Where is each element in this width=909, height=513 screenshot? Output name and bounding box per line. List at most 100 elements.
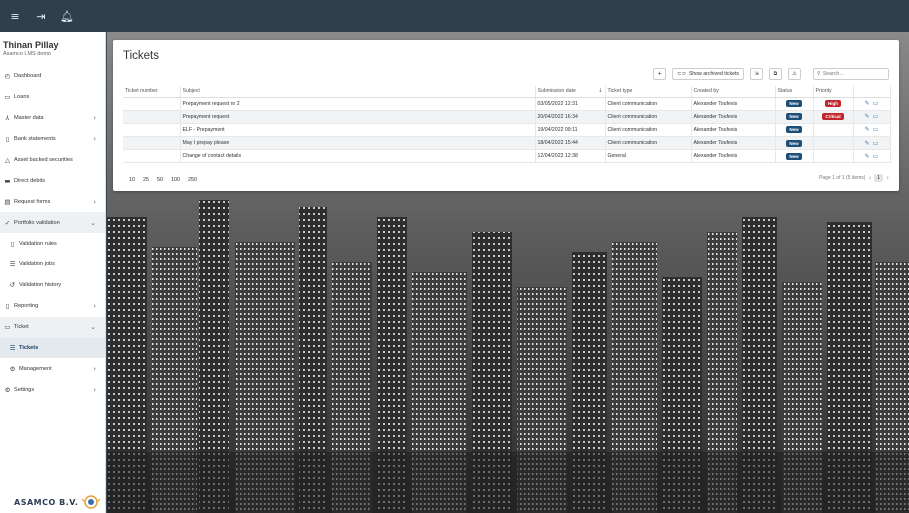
menu-icon[interactable]: ≡	[8, 10, 22, 23]
open-icon[interactable]: ▭	[873, 126, 879, 133]
column-header-status[interactable]: Status	[775, 86, 814, 98]
cell-date: 20/04/2022 16:34	[535, 110, 606, 124]
sidebar-item-request-forms[interactable]: ▤ Request forms ›	[0, 191, 105, 212]
sidebar-item-tickets[interactable]: ☰ Tickets	[0, 337, 105, 359]
chevron-right-icon: ›	[93, 197, 96, 206]
chevron-right-icon: ›	[93, 302, 96, 311]
sidebar-item-label: Validation rules	[19, 240, 57, 247]
cell-priority: Critical	[813, 110, 854, 124]
page-size-option[interactable]: 100	[171, 177, 180, 183]
current-page-button[interactable]: 1	[874, 174, 884, 182]
show-archived-toggle[interactable]: ⊂⊃ Show archived tickets	[672, 68, 744, 80]
cell-type: Client communication	[605, 110, 692, 124]
bell-icon[interactable]: 🔔︎	[60, 10, 74, 23]
cell-actions: ✎ ▭	[853, 97, 891, 111]
add-ticket-button[interactable]: +	[653, 68, 667, 80]
chevron-left-icon[interactable]: ‹	[868, 174, 871, 182]
edit-icon[interactable]: ✎	[865, 100, 870, 107]
chevron-right-icon: ›	[93, 364, 96, 373]
warning-icon[interactable]: ⚠	[788, 68, 801, 80]
cell-type: Client communication	[605, 136, 692, 151]
open-icon[interactable]: ▭	[873, 100, 879, 107]
page-size-option[interactable]: 50	[157, 177, 163, 183]
table-row[interactable]: Change of contact details 12/04/2022 12:…	[123, 149, 891, 164]
cell-priority: High	[813, 97, 854, 111]
open-icon[interactable]: ▭	[873, 140, 879, 147]
sidebar-item-label: Portfolio validation	[14, 219, 60, 226]
grid-toolbar: + ⊂⊃ Show archived tickets ⇲ ⧉ ⚠ ⚲	[653, 68, 889, 80]
brand-logo-icon	[81, 495, 101, 509]
cell-ticket-number	[123, 110, 181, 124]
column-header-subject[interactable]: Subject	[180, 86, 536, 98]
table-row[interactable]: Prepayment request 20/04/2022 16:34 Clie…	[123, 110, 891, 124]
sidebar-item-dashboard[interactable]: ◴ Dashboard	[0, 66, 105, 87]
hierarchy-icon: ⅄	[5, 114, 10, 123]
sidebar-item-portfolio-validation[interactable]: ✓ Portfolio validation ⌄	[0, 212, 105, 234]
column-header-submission-date[interactable]: Submission date ↓	[535, 86, 606, 98]
sidebar-item-ticket[interactable]: ▭ Ticket ⌄	[0, 316, 105, 338]
cell-date: 19/04/2022 09:11	[535, 123, 606, 138]
tickets-table: Ticket number Subject Submission date ↓ T…	[123, 86, 891, 164]
sidebar-item-label: Validation jobs	[19, 261, 55, 268]
cell-created-by: Alexander Toufexis	[691, 136, 776, 151]
export-icon[interactable]: ⇲	[750, 68, 763, 80]
status-badge: New	[786, 126, 802, 134]
cell-actions: ✎ ▭	[853, 123, 891, 138]
sidebar-item-loans[interactable]: ▭ Loans	[0, 87, 105, 108]
sidebar-item-management[interactable]: ⚙ Management ›	[0, 358, 105, 379]
cell-subject: Prepayment request nr 2	[180, 97, 536, 111]
edit-icon[interactable]: ✎	[865, 113, 870, 120]
sidebar-item-label: Dashboard	[14, 73, 42, 80]
dashboard-icon: ◴	[4, 72, 11, 81]
page-size-option[interactable]: 25	[143, 177, 149, 183]
check-icon: ✓	[4, 218, 11, 227]
edit-icon[interactable]: ✎	[865, 153, 870, 160]
column-header-created-by[interactable]: Created by	[691, 86, 776, 98]
sidebar-item-validation-rules[interactable]: ▯ Validation rules	[0, 233, 105, 254]
sidebar-item-validation-history[interactable]: ↺ Validation history	[0, 275, 105, 296]
page-size-option[interactable]: 250	[188, 177, 197, 183]
column-header-ticket-type[interactable]: Ticket type	[605, 86, 692, 98]
sidebar-item-reporting[interactable]: ▯ Reporting ›	[0, 296, 105, 317]
cell-created-by: Alexander Toufexis	[691, 97, 776, 111]
edit-icon[interactable]: ✎	[865, 140, 870, 147]
priority-badge: High	[825, 100, 841, 108]
sidebar-item-bank-statements[interactable]: ▯ Bank statements ›	[0, 129, 105, 150]
chevron-right-icon[interactable]: ›	[886, 174, 889, 182]
column-header-label: Submission date	[537, 88, 576, 95]
cell-priority	[813, 136, 854, 151]
credit-card-icon: ▬	[4, 176, 11, 185]
cell-status: New	[775, 149, 814, 164]
column-header-ticket-number[interactable]: Ticket number	[123, 86, 181, 98]
edit-icon[interactable]: ✎	[865, 126, 870, 133]
priority-badge: Critical	[822, 113, 844, 121]
cell-priority	[813, 123, 854, 138]
table-row[interactable]: ELF - Prepayment 19/04/2022 09:11 Client…	[123, 123, 891, 138]
shapes-icon: △	[5, 156, 10, 164]
cell-date: 12/04/2022 12:38	[535, 149, 606, 164]
sidebar-item-settings[interactable]: ⚙ Settings ›	[0, 379, 105, 400]
user-block: Thinan Pillay Asamco LMS demo	[0, 32, 105, 63]
cell-actions: ✎ ▭	[853, 149, 891, 164]
cell-subject: Prepayment request	[180, 110, 536, 124]
sidebar-item-label: Bank statements	[14, 136, 56, 143]
open-icon[interactable]: ▭	[873, 113, 879, 120]
sidebar-item-label: Asset backed securities	[14, 157, 73, 163]
page-size-option[interactable]: 10	[129, 177, 135, 183]
sidebar-item-master-data[interactable]: ⅄ Master data ›	[0, 108, 105, 129]
column-chooser-icon[interactable]: ⧉	[769, 68, 782, 80]
list-icon: ☰	[9, 260, 16, 269]
table-row[interactable]: May I prepay please 18/04/2022 15:44 Cli…	[123, 136, 891, 151]
search-input[interactable]	[822, 71, 885, 77]
cell-status: New	[775, 123, 814, 138]
column-header-priority[interactable]: Priority	[813, 86, 854, 98]
sidebar-item-asset-backed-securities[interactable]: △ Asset backed securities	[0, 150, 105, 171]
table-row[interactable]: Prepayment request nr 2 03/05/2022 12:31…	[123, 97, 891, 111]
open-icon[interactable]: ▭	[873, 153, 879, 160]
cell-created-by: Alexander Toufexis	[691, 149, 776, 164]
chevron-right-icon: ›	[93, 114, 96, 123]
logout-icon[interactable]: ⇥	[34, 10, 48, 23]
sidebar-item-label: Tickets	[19, 345, 39, 352]
sidebar-item-direct-debits[interactable]: ▬ Direct debits	[0, 170, 105, 191]
sidebar-item-validation-jobs[interactable]: ☰ Validation jobs	[0, 254, 105, 275]
